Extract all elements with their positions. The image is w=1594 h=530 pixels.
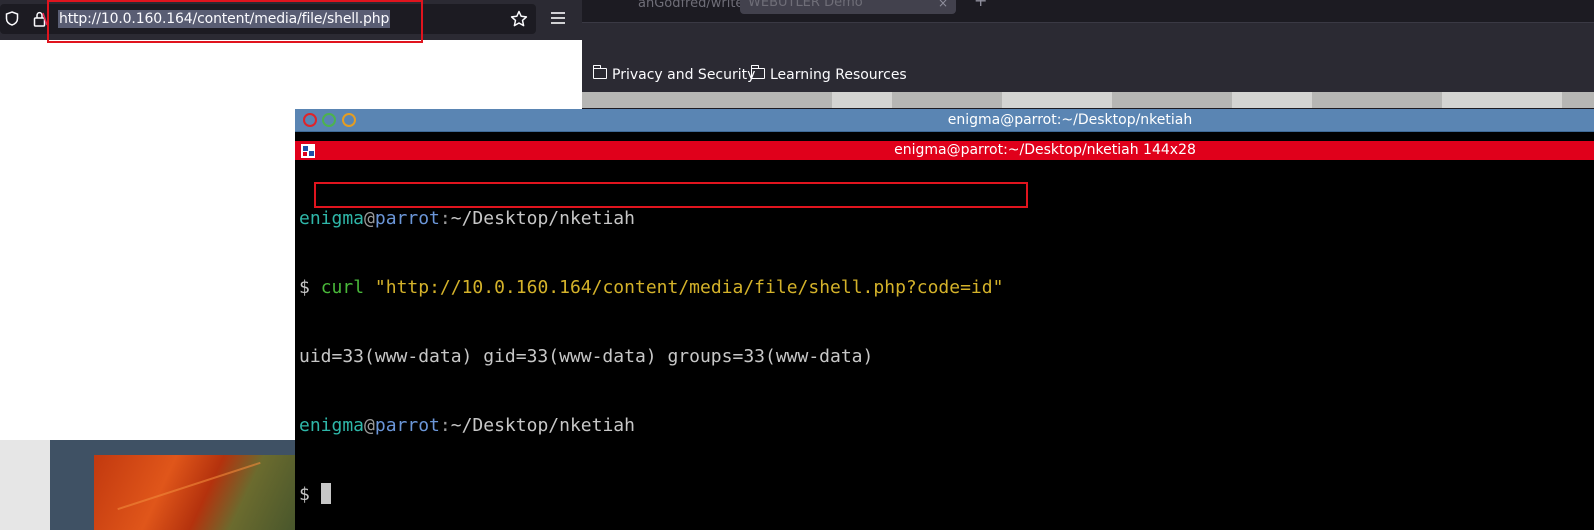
folder-icon (750, 65, 765, 79)
background-page-content (582, 92, 1594, 108)
terminal-window-title: enigma@parrot:~/Desktop/nketiah (947, 112, 1193, 128)
leaf-photo-image (94, 455, 296, 530)
command-line: $ curl "http://10.0.160.164/content/medi… (299, 276, 1589, 299)
input-line[interactable]: $ (299, 483, 1589, 506)
bookmark-star-icon[interactable] (510, 10, 528, 28)
tab-label: WEBUTLER Demo (748, 0, 863, 10)
prompt-user: enigma (299, 415, 365, 436)
prompt-user: enigma (299, 208, 365, 229)
url-highlight-box (47, 0, 423, 43)
background-toolbar (582, 22, 1594, 56)
background-browser-window: anGodfred/writeup-× WEBUTLER Demo× + Pri… (582, 0, 1594, 108)
prompt-host: parrot (374, 415, 440, 436)
bookmark-folder-privacy[interactable]: Privacy and Security (592, 65, 756, 85)
terminal-window: enigma@parrot:~/Desktop/nketiah enigma@p… (295, 109, 1594, 530)
prompt-line: enigma@parrot:~/Desktop/nketiah (299, 414, 1589, 437)
prompt-path: ~/Desktop/nketiah (450, 208, 635, 229)
background-tab-strip: anGodfred/writeup-× WEBUTLER Demo× + (582, 0, 1594, 22)
bookmarks-toolbar: Privacy and Security Learning Resources (582, 56, 1594, 92)
command-highlight-box (314, 182, 1028, 208)
terminal-title-bar[interactable]: enigma@parrot:~/Desktop/nketiah (295, 109, 1594, 132)
prompt-path: ~/Desktop/nketiah (450, 415, 635, 436)
terminal-tab-bar[interactable]: enigma@parrot:~/Desktop/nketiah 144x28 (295, 141, 1594, 160)
text-cursor (320, 483, 331, 504)
terminal-output[interactable]: enigma@parrot:~/Desktop/nketiah $ curl "… (299, 161, 1589, 526)
shield-icon[interactable] (5, 11, 19, 26)
prompt-line: enigma@parrot:~/Desktop/nketiah (299, 207, 1589, 230)
tab-close-icon[interactable]: × (938, 0, 948, 14)
browser-tab-active[interactable]: WEBUTLER Demo × (740, 0, 956, 14)
bookmark-label: Learning Resources (770, 67, 907, 83)
command-argument: "http://10.0.160.164/content/media/file/… (374, 277, 1004, 298)
prompt-colon: : (439, 415, 451, 436)
command-output: uid=33(www-data) gid=33(www-data) groups… (299, 346, 874, 367)
command-keyword: curl (320, 277, 365, 298)
prompt-at: @ (364, 415, 375, 436)
bookmark-label: Privacy and Security (612, 67, 756, 83)
folder-icon (592, 65, 607, 79)
bookmark-folder-learning[interactable]: Learning Resources (750, 65, 907, 85)
lock-icon[interactable] (32, 11, 48, 27)
prompt-symbol: $ (299, 277, 310, 298)
prompt-host: parrot (374, 208, 440, 229)
hamburger-menu-icon[interactable] (551, 12, 565, 24)
terminal-tab-title: enigma@parrot:~/Desktop/nketiah 144x28 (894, 142, 1196, 158)
prompt-colon: : (439, 208, 451, 229)
prompt-symbol: $ (299, 484, 310, 505)
prompt-at: @ (364, 208, 375, 229)
new-tab-button[interactable]: + (974, 0, 987, 10)
